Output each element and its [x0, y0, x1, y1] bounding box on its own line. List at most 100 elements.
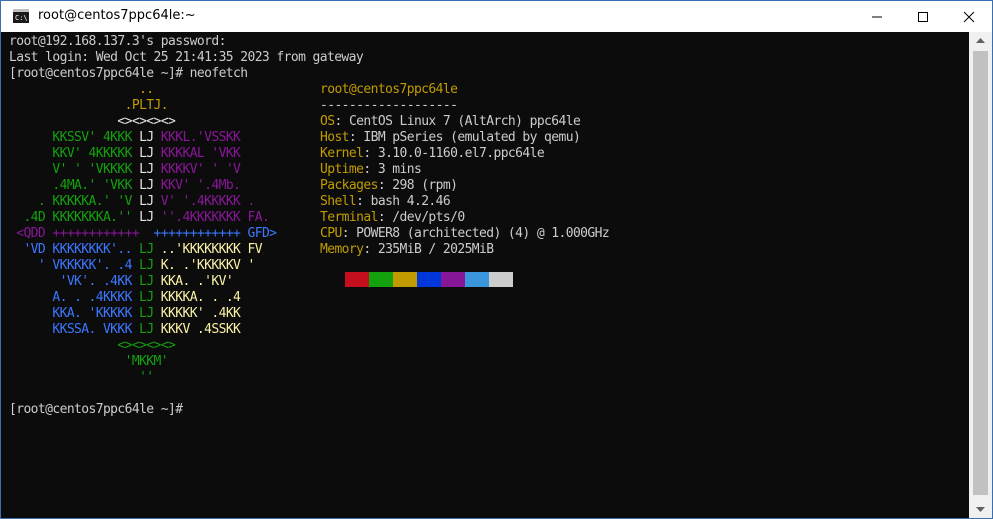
logo-segment: . KKKKKA.' 'V	[9, 194, 140, 209]
logo-line: KKA. 'KKKKK LJ KKKKK' .4KK	[9, 306, 276, 322]
logo-line: KKSSV' 4KKK LJ KKKL.'VSSKK	[9, 130, 276, 146]
info-row-terminal: Terminal: /dev/pts/0	[320, 210, 465, 225]
maximize-icon	[918, 11, 928, 22]
info-row-kernel: Kernel: 3.10.0-1160.el7.ppc64le	[320, 146, 545, 161]
logo-segment: ++++++++++++ GFD>	[153, 226, 277, 241]
logo-segment: KKSSV' 4KKK	[9, 130, 140, 145]
minimize-button[interactable]	[854, 1, 900, 32]
logo-segment: K. .'KKKKKV '	[153, 258, 256, 273]
palette-swatch	[465, 272, 489, 287]
info-value: 3 mins	[377, 162, 422, 177]
close-button[interactable]	[946, 1, 992, 32]
last-login-line: Last login: Wed Oct 25 21:41:35 2023 fro…	[9, 50, 364, 65]
logo-segment: A. . .4KKKK	[9, 290, 140, 305]
logo-line: <><><><>	[9, 338, 276, 354]
info-key: Memory	[320, 242, 364, 257]
logo-line: .PLTJ.	[9, 98, 276, 114]
logo-line: <><><><>	[9, 114, 276, 130]
info-key: Shell	[320, 194, 357, 209]
logo-segment: LJ	[139, 242, 154, 257]
info-key: Kernel	[320, 146, 364, 161]
logo-line: .4MA.' 'VKK LJ KKV' '.4Mb.	[9, 178, 276, 194]
info-value: /dev/pts/0	[392, 210, 465, 225]
logo-segment: KKKKA. . .4	[153, 290, 241, 305]
console-app-icon: C:\	[13, 9, 29, 23]
info-value: bash 4.2.46	[370, 194, 451, 209]
shell-prompt[interactable]: [root@centos7ppc64le ~]#	[9, 402, 183, 418]
neofetch-command-line: [root@centos7ppc64le ~]# neofetch	[9, 66, 248, 81]
logo-segment: V' ' 'VKKKK	[9, 162, 140, 177]
scrollbar-thumb[interactable]	[973, 51, 988, 495]
logo-segment: <><><><>	[9, 338, 176, 353]
logo-line: A. . .4KKKK LJ KKKKA. . .4	[9, 290, 276, 306]
logo-segment: KKKKK' .4KK	[153, 306, 241, 321]
logo-segment: KKSSA. VKKK	[9, 322, 140, 337]
logo-line: 'MKKM'	[9, 354, 276, 370]
logo-segment: LJ	[139, 306, 154, 321]
terminal-output[interactable]: root@192.168.137.3's password: Last logi…	[1, 32, 969, 518]
logo-segment: ' VKKKKK'. .4	[9, 258, 140, 273]
title-bar[interactable]: C:\ root@centos7ppc64le:~	[1, 1, 992, 32]
logo-segment: 'MKKM'	[9, 354, 169, 369]
logo-segment: 'VD KKKKKKKK'..	[9, 242, 140, 257]
logo-segment: 'VK'. .4KK	[9, 274, 140, 289]
window-title: root@centos7ppc64le:~	[38, 8, 196, 23]
logo-segment: KKV' '.4Mb.	[153, 178, 241, 193]
palette-swatch	[441, 272, 465, 287]
info-row-host: Host: IBM pSeries (emulated by qemu)	[320, 130, 581, 145]
vertical-scrollbar[interactable]	[969, 32, 992, 518]
logo-line: KKV' 4KKKKK LJ KKKKAL 'VKK	[9, 146, 276, 162]
logo-segment: .PLTJ.	[9, 98, 169, 113]
info-row-os: OS: CentOS Linux 7 (AltArch) ppc64le	[320, 114, 581, 129]
info-header: root@centos7ppc64le	[320, 82, 458, 97]
logo-segment: <QDD ++++++++++++	[9, 226, 154, 241]
scroll-up-arrow-icon[interactable]	[969, 32, 992, 49]
logo-segment: ''	[9, 370, 154, 385]
info-value: 3.10.0-1160.el7.ppc64le	[377, 146, 545, 161]
info-row-cpu: CPU: POWER8 (architected) (4) @ 1.000GHz	[320, 226, 610, 241]
logo-segment: .4D KKKKKKKA.''	[9, 210, 140, 225]
password-prompt-line: root@192.168.137.3's password:	[9, 34, 226, 49]
palette-swatch	[489, 272, 513, 287]
logo-line: <QDD ++++++++++++ ++++++++++++ GFD>	[9, 226, 277, 242]
logo-line: ' VKKKKK'. .4 LJ K. .'KKKKKV '	[9, 258, 276, 274]
logo-segment: KKV' 4KKKKK	[9, 146, 140, 161]
logo-line: ''	[9, 370, 276, 386]
info-row-shell: Shell: bash 4.2.46	[320, 194, 451, 209]
logo-segment: ..	[9, 82, 154, 97]
logo-segment: KKKL.'VSSKK	[153, 130, 241, 145]
logo-line: . KKKKKA.' 'V LJ V' '.4KKKKK .	[9, 194, 276, 210]
palette-swatch	[369, 272, 393, 287]
logo-segment: LJ	[139, 194, 154, 209]
logo-segment: ''.4KKKKKKK FA.	[153, 210, 270, 225]
maximize-button[interactable]	[900, 1, 946, 32]
logo-segment: LJ	[139, 258, 154, 273]
info-key: Packages	[320, 178, 378, 193]
logo-segment: V' '.4KKKKK .	[153, 194, 256, 209]
minimize-icon	[872, 16, 882, 17]
logo-line: ..	[9, 82, 276, 98]
info-key: OS	[320, 114, 335, 129]
info-row-packages: Packages: 298 (rpm)	[320, 178, 458, 193]
info-row-uptime: Uptime: 3 mins	[320, 162, 422, 177]
logo-segment: LJ	[139, 162, 154, 177]
logo-segment: LJ	[139, 322, 154, 337]
palette-swatch	[345, 272, 369, 287]
scroll-down-arrow-icon[interactable]	[969, 501, 992, 518]
logo-segment: KKA. .'KV'	[153, 274, 234, 289]
close-icon	[963, 11, 975, 22]
info-key: Host	[320, 130, 350, 145]
logo-line: .4D KKKKKKKA.'' LJ ''.4KKKKKKK FA.	[9, 210, 276, 226]
logo-line: V' ' 'VKKKK LJ KKKKV' ' 'V	[9, 162, 276, 178]
info-key: Uptime	[320, 162, 364, 177]
info-value: 235MiB / 2025MiB	[377, 242, 494, 257]
logo-segment: LJ	[139, 146, 154, 161]
logo-segment: ..'KKKKKKKK FV	[153, 242, 263, 257]
logo-segment: LJ	[139, 274, 154, 289]
info-value: CentOS Linux 7 (AltArch) ppc64le	[348, 114, 581, 129]
logo-line: KKSSA. VKKK LJ KKKV .4SSKK	[9, 322, 276, 338]
logo-segment: LJ	[139, 210, 154, 225]
logo-segment: .4MA.' 'VKK	[9, 178, 140, 193]
logo-line: 'VD KKKKKKKK'.. LJ ..'KKKKKKKK FV	[9, 242, 276, 258]
logo-line: 'VK'. .4KK LJ KKA. .'KV'	[9, 274, 276, 290]
